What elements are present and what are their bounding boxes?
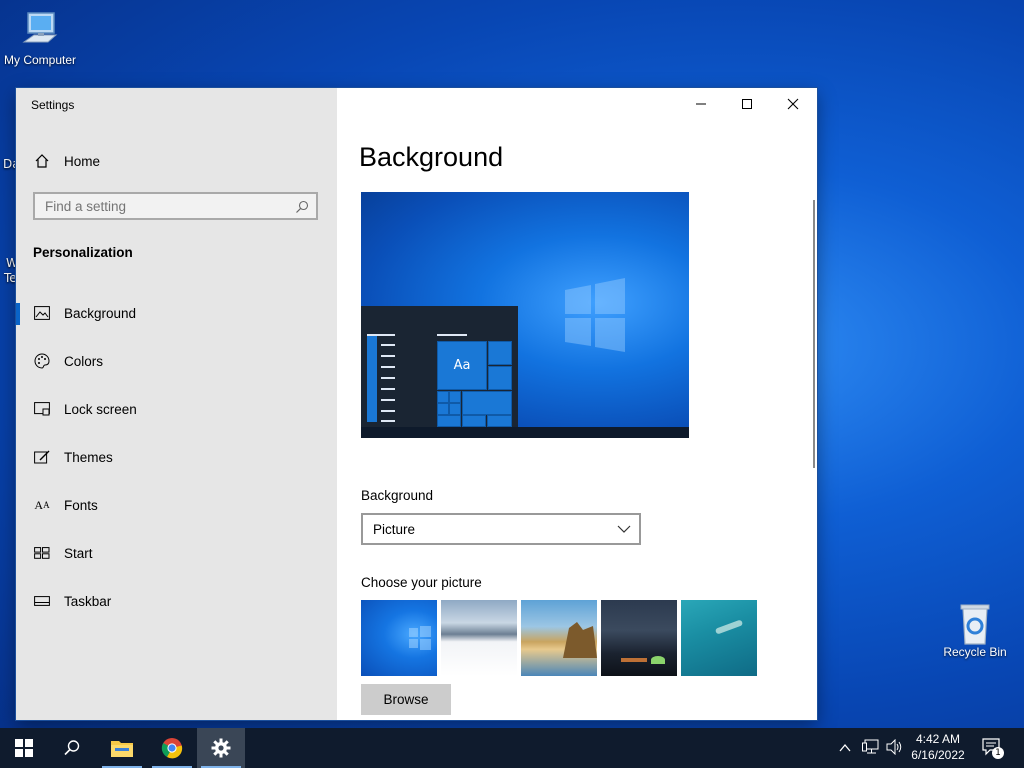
start-icon	[33, 544, 51, 562]
picture-thumbnail-snow[interactable]	[441, 600, 517, 676]
home-icon	[33, 152, 51, 170]
sidebar-item-label: Background	[64, 305, 137, 321]
sidebar: Settings Home Personalization Background	[16, 88, 337, 720]
search-icon	[64, 740, 80, 756]
taskbar-chrome[interactable]	[148, 728, 196, 768]
desktop-partial-label: Te	[4, 271, 17, 285]
content-pane: Background Aa Background Picture Choose …	[337, 88, 817, 720]
preview-tile: Aa	[437, 341, 487, 390]
background-type-label: Background	[361, 488, 434, 503]
sidebar-item-home[interactable]: Home	[16, 141, 337, 181]
sidebar-item-label: Colors	[64, 353, 104, 369]
sidebar-item-background[interactable]: Background	[16, 293, 337, 333]
preview-start-menu: Aa	[361, 306, 518, 427]
background-preview: Aa	[361, 192, 689, 438]
section-title: Personalization	[33, 245, 133, 260]
search-button[interactable]	[48, 728, 96, 768]
clock-time: 4:42 AM	[915, 732, 961, 746]
chevron-up-icon[interactable]	[838, 740, 852, 759]
page-title: Background	[359, 142, 504, 172]
rock-formation-icon	[563, 622, 597, 658]
picture-icon	[33, 304, 51, 322]
maximize-icon	[742, 99, 752, 109]
maximize-button[interactable]	[724, 88, 770, 120]
fonts-icon: AA	[34, 497, 50, 512]
scrollbar[interactable]	[813, 200, 815, 468]
sidebar-item-start[interactable]: Start	[16, 533, 337, 573]
sidebar-item-taskbar[interactable]: Taskbar	[16, 581, 337, 621]
sidebar-item-colors[interactable]: Colors	[16, 341, 337, 381]
preview-taskbar	[361, 427, 689, 438]
sidebar-item-lock-screen[interactable]: Lock screen	[16, 389, 337, 429]
sidebar-item-label: Taskbar	[64, 593, 112, 609]
dropdown-value: Picture	[373, 521, 416, 537]
palette-icon	[33, 352, 51, 370]
system-clock[interactable]: 4:42 AM 6/16/2022	[902, 731, 974, 763]
gear-icon	[211, 738, 231, 758]
recycle-bin-icon	[955, 602, 995, 645]
window-title: Settings	[31, 98, 75, 112]
sidebar-item-label: Fonts	[64, 497, 98, 513]
close-button[interactable]	[770, 88, 816, 120]
clock-date: 6/16/2022	[911, 748, 965, 762]
notification-badge: 1	[992, 747, 1004, 759]
browse-button[interactable]: Browse	[361, 684, 451, 715]
picture-thumbnail-night-sky[interactable]	[601, 600, 677, 676]
chevron-down-icon	[617, 525, 631, 533]
choose-picture-label: Choose your picture	[361, 575, 482, 590]
sidebar-item-themes[interactable]: Themes	[16, 437, 337, 477]
background-type-dropdown[interactable]: Picture	[361, 513, 641, 545]
desktop-icon-recycle-bin[interactable]: Recycle Bin	[935, 602, 1015, 659]
picture-thumbnail-beach[interactable]	[521, 600, 597, 676]
start-button[interactable]	[0, 728, 48, 768]
minimize-icon	[696, 103, 706, 105]
sidebar-item-fonts[interactable]: AA Fonts	[16, 485, 337, 525]
sidebar-item-label: Home	[64, 153, 101, 169]
chrome-icon	[161, 738, 183, 759]
taskbar-settings[interactable]	[197, 728, 245, 768]
sidebar-item-label: Start	[64, 545, 93, 561]
themes-icon	[33, 448, 51, 466]
lock-screen-icon	[33, 400, 51, 418]
search-icon[interactable]	[295, 199, 309, 218]
picture-thumbnail-windows[interactable]	[361, 600, 437, 676]
settings-window: Settings Home Personalization Background	[16, 88, 817, 720]
search-input[interactable]	[35, 194, 285, 218]
network-icon[interactable]	[862, 739, 880, 759]
computer-icon	[20, 10, 60, 50]
close-icon	[787, 98, 799, 110]
desktop-icon-label: My Computer	[3, 53, 77, 67]
taskbar-file-explorer[interactable]	[98, 728, 146, 768]
windows-logo-icon	[15, 739, 33, 757]
picture-thumbnail-underwater[interactable]	[681, 600, 757, 676]
action-center-button[interactable]: 1	[982, 738, 1004, 759]
taskbar: 4:42 AM 6/16/2022 1	[0, 728, 1024, 768]
windows-logo-icon	[409, 626, 431, 650]
desktop-icon-my-computer[interactable]: My Computer	[0, 10, 80, 67]
desktop-icon-label: Recycle Bin	[943, 645, 1007, 659]
sidebar-item-label: Themes	[64, 449, 113, 465]
sidebar-item-label: Lock screen	[64, 401, 137, 417]
taskbar-icon	[33, 592, 51, 610]
search-input-box[interactable]	[33, 192, 318, 220]
minimize-button[interactable]	[678, 88, 724, 120]
folder-icon	[111, 741, 133, 757]
windows-logo-icon	[565, 278, 625, 352]
